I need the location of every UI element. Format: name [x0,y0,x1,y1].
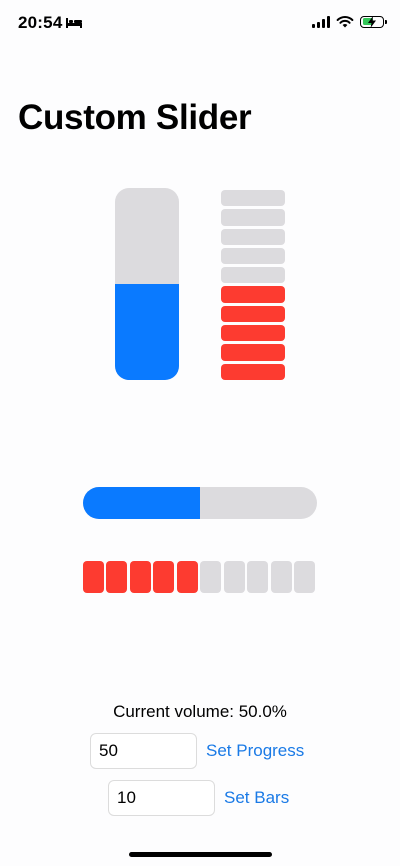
horizontal-bar-active[interactable] [83,561,104,593]
horizontal-bar-active[interactable] [153,561,175,593]
vertical-bar-inactive[interactable] [221,267,285,284]
cellular-signal-icon [312,15,330,28]
status-icons [312,15,387,28]
page-title: Custom Slider [18,98,252,137]
vertical-slider[interactable] [115,188,179,380]
bars-input[interactable] [108,780,215,816]
status-bar: 20:54 [0,0,400,48]
vertical-bar-active[interactable] [221,363,285,380]
horizontal-bar-slider[interactable] [83,561,316,593]
horizontal-bar-inactive[interactable] [294,561,316,593]
horizontal-bar-active[interactable] [106,561,128,593]
horizontal-bar-active[interactable] [129,561,151,593]
horizontal-bar-inactive[interactable] [247,561,269,593]
vertical-bar-slider[interactable] [221,190,285,380]
vertical-bar-active[interactable] [221,286,285,303]
vertical-bar-inactive[interactable] [221,228,285,245]
vertical-bar-inactive[interactable] [221,190,285,207]
vertical-bar-inactive[interactable] [221,209,285,226]
status-time: 20:54 [18,13,63,32]
current-volume-label: Current volume: 50.0% [113,702,287,721]
vertical-bar-inactive[interactable] [221,247,285,265]
horizontal-bar-active[interactable] [176,561,198,593]
progress-input[interactable] [90,733,197,769]
home-indicator [129,852,272,857]
horizontal-bar-inactive[interactable] [223,561,245,593]
set-progress-button[interactable]: Set Progress [206,741,304,761]
vertical-bar-active[interactable] [221,325,285,342]
charging-bolt-icon [368,15,376,28]
horizontal-slider-fill [83,487,200,519]
horizontal-bar-inactive[interactable] [270,561,292,593]
battery-charging-icon [360,15,387,28]
wifi-icon [336,16,354,28]
set-bars-button[interactable]: Set Bars [224,788,289,808]
bed-icon [66,18,82,28]
vertical-slider-fill [115,284,179,380]
horizontal-bar-inactive[interactable] [200,561,222,593]
vertical-bar-active[interactable] [221,344,285,361]
horizontal-slider[interactable] [83,487,317,519]
vertical-bar-active[interactable] [221,305,285,323]
